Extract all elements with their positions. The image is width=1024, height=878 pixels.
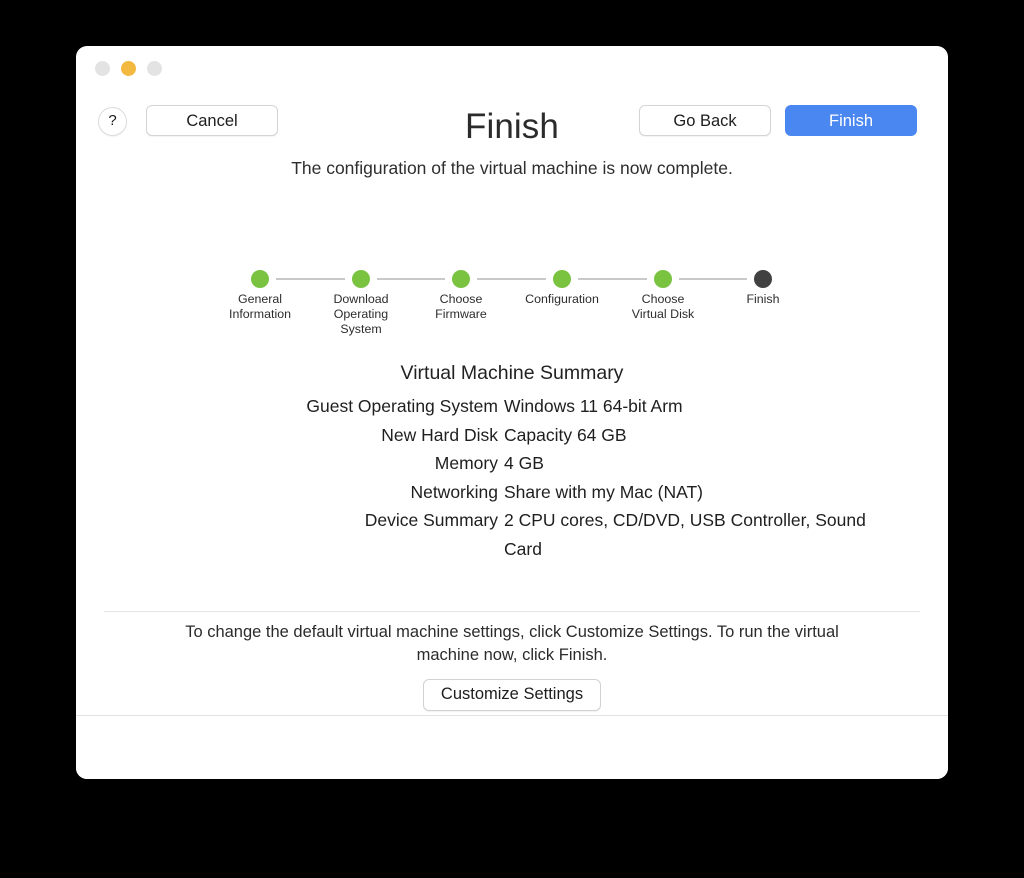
customize-block: To change the default virtual machine se… [76, 621, 948, 711]
vm-setup-assistant-window: Finish The configuration of the virtual … [76, 46, 948, 779]
close-window-button[interactable] [95, 61, 110, 76]
summary-row-label: Device Summary [364, 510, 498, 530]
summary-row-label: Networking [410, 481, 498, 502]
summary-row-label: New Hard Disk [381, 424, 498, 445]
step-connector [578, 278, 647, 280]
step-connector [276, 278, 345, 280]
summary-title: Virtual Machine Summary [400, 362, 624, 384]
summary-row-value: 4 GB [504, 453, 544, 473]
content-divider [104, 611, 920, 612]
step-node-3 [452, 270, 470, 288]
setup-progress-stepper: General Information Download Operating Syste… [76, 270, 948, 336]
summary-row-value: Windows 11 64-bit Arm [504, 396, 683, 416]
window-titlebar [76, 46, 948, 90]
summary-row-label: Memory [434, 453, 498, 473]
bottom-button-bar [76, 716, 948, 779]
summary-row-value: Share with my Mac (NAT) [504, 481, 704, 502]
customize-help-text: To change the default virtual machine se… [185, 623, 839, 664]
summary-row-value: Capacity 64 GB [504, 424, 627, 445]
step-node-6 [754, 270, 772, 288]
help-icon[interactable]: ? [98, 107, 127, 136]
summary-row: Guest Operating System Windows 11 64-bit … [76, 392, 948, 421]
summary-row-label: Guest Operating System [306, 396, 498, 416]
stepper-track: General Information Download Operating Syste… [76, 270, 948, 336]
summary-row: Device Summary 2 CPU cores, CD/DVD, USB C… [76, 506, 948, 563]
step-connector [477, 278, 546, 280]
step-label-6: Finish [746, 292, 780, 306]
virtual-machine-summary: Virtual Machine Summary Guest Operating … [76, 360, 948, 563]
summary-row: Networking Share with my Mac (NAT) [76, 478, 948, 507]
step-node-4 [553, 270, 571, 288]
summary-row-value: 2 CPU cores, CD/DVD, USB Controller, Sou… [504, 510, 866, 559]
summary-row: Memory 4 GB [76, 449, 948, 478]
finish-button[interactable]: Finish [785, 105, 917, 136]
step-node-1 [251, 270, 269, 288]
step-connector [377, 278, 445, 280]
step-node-5 [654, 270, 672, 288]
zoom-window-button[interactable] [147, 61, 162, 76]
summary-rows: Guest Operating System Windows 11 64-bit … [76, 392, 948, 563]
step-node-2 [352, 270, 370, 288]
cancel-button[interactable]: Cancel [146, 105, 278, 136]
screen-background: Finish The configuration of the virtual … [0, 0, 1024, 878]
page-subtitle: The configuration of the virtual machine… [291, 158, 733, 178]
step-connector [679, 278, 747, 280]
customize-settings-button[interactable]: Customize Settings [422, 679, 602, 711]
summary-row: New Hard Disk Capacity 64 GB [76, 421, 948, 450]
minimize-window-button[interactable] [121, 61, 136, 76]
go-back-button[interactable]: Go Back [639, 105, 771, 136]
